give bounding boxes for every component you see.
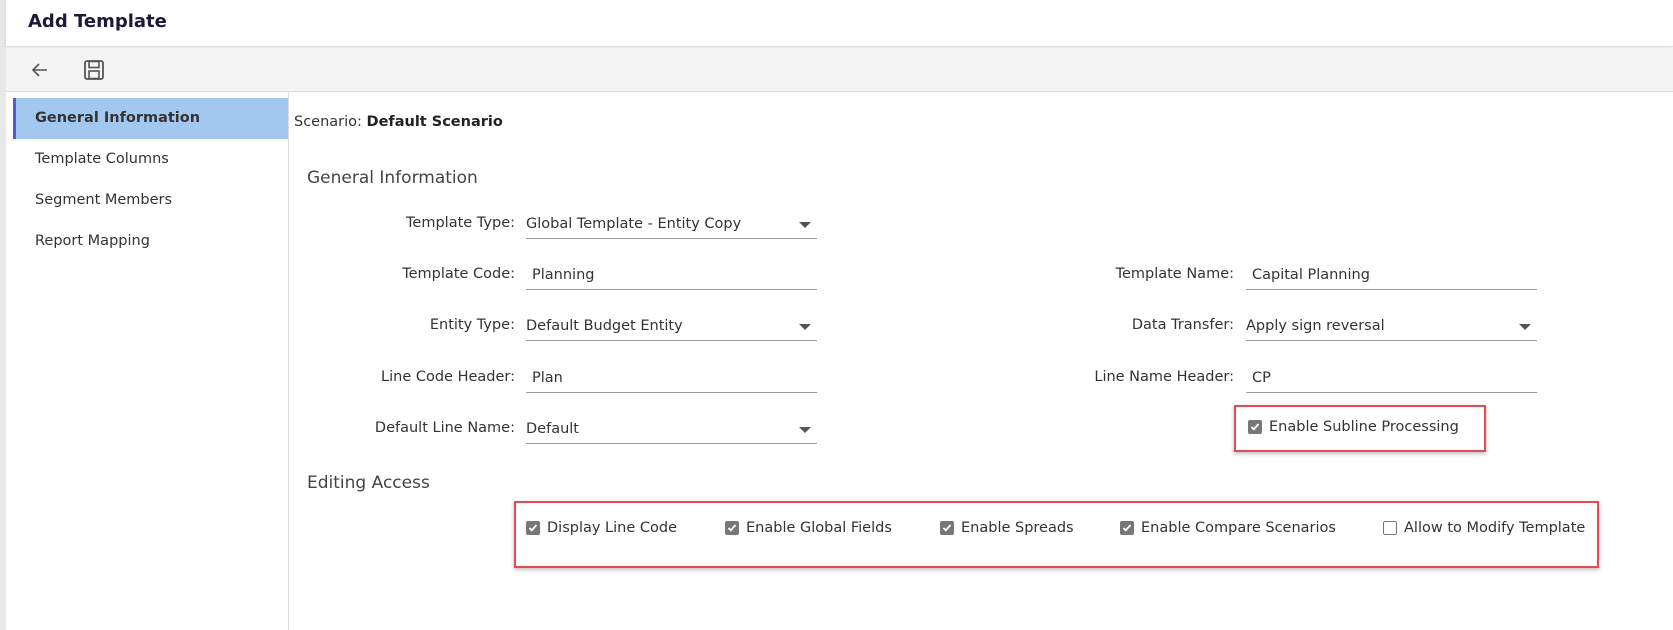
caret-down-icon	[799, 427, 811, 433]
template-type-label: Template Type:	[406, 215, 515, 231]
save-button[interactable]	[82, 58, 106, 82]
sidebar-item-template-columns[interactable]: Template Columns	[13, 139, 288, 180]
section-editing-access: Editing Access	[307, 473, 430, 493]
line-name-header-input[interactable]: CP	[1246, 365, 1537, 393]
data-transfer-label: Data Transfer:	[1131, 317, 1234, 333]
enable-subline-processing-checkbox[interactable]: Enable Subline Processing	[1248, 419, 1459, 435]
checkbox-unchecked-icon	[1383, 521, 1397, 535]
scenario-label: Scenario:	[294, 114, 362, 130]
checkbox-label: Enable Global Fields	[746, 520, 892, 536]
caret-down-icon	[1519, 324, 1531, 330]
entity-type-dropdown[interactable]: Default Budget Entity	[526, 313, 817, 341]
checkbox-checked-icon	[1248, 420, 1262, 434]
enable-global-fields-checkbox[interactable]: Enable Global Fields	[725, 520, 892, 536]
default-line-name-value: Default	[526, 421, 579, 437]
template-name-label: Template Name:	[1115, 266, 1234, 282]
line-code-header-label: Line Code Header:	[381, 369, 515, 385]
template-type-dropdown[interactable]: Global Template - Entity Copy	[526, 211, 817, 239]
scenario-value: Default Scenario	[366, 114, 503, 130]
template-type-value: Global Template - Entity Copy	[526, 216, 742, 232]
checkbox-checked-icon	[526, 521, 540, 535]
checkbox-checked-icon	[725, 521, 739, 535]
template-name-input[interactable]: Capital Planning	[1246, 262, 1537, 290]
caret-down-icon	[799, 324, 811, 330]
sidebar-item-general-information[interactable]: General Information	[13, 98, 288, 139]
title-bar: Add Template	[6, 0, 1673, 47]
template-code-label: Template Code:	[402, 266, 515, 282]
data-transfer-dropdown[interactable]: Apply sign reversal	[1246, 313, 1537, 341]
floppy-disk-icon	[84, 60, 104, 80]
scenario: Scenario: Default Scenario	[294, 114, 503, 130]
checkbox-label: Display Line Code	[547, 520, 678, 536]
caret-down-icon	[799, 222, 811, 228]
arrow-left-icon	[31, 63, 47, 77]
data-transfer-value: Apply sign reversal	[1246, 318, 1385, 334]
checkbox-label: Enable Compare Scenarios	[1141, 520, 1336, 536]
checkbox-label: Enable Subline Processing	[1269, 419, 1459, 435]
back-button[interactable]	[28, 58, 52, 82]
display-line-code-checkbox[interactable]: Display Line Code	[526, 520, 677, 536]
enable-compare-scenarios-checkbox[interactable]: Enable Compare Scenarios	[1120, 520, 1336, 536]
checkbox-checked-icon	[940, 521, 954, 535]
enable-spreads-checkbox[interactable]: Enable Spreads	[940, 520, 1074, 536]
checkbox-checked-icon	[1120, 521, 1134, 535]
entity-type-label: Entity Type:	[429, 317, 515, 333]
allow-to-modify-template-checkbox[interactable]: Allow to Modify Template	[1383, 520, 1585, 536]
default-line-name-dropdown[interactable]: Default	[526, 416, 817, 444]
checkbox-label: Enable Spreads	[961, 520, 1074, 536]
sidebar: General Information Template Columns Seg…	[6, 92, 289, 630]
line-code-header-input[interactable]: Plan	[526, 365, 817, 393]
page-title: Add Template	[28, 11, 167, 32]
template-code-input[interactable]: Planning	[526, 262, 817, 290]
toolbar	[6, 48, 1673, 92]
default-line-name-label: Default Line Name:	[374, 420, 515, 436]
line-name-header-label: Line Name Header:	[1094, 369, 1234, 385]
entity-type-value: Default Budget Entity	[526, 318, 683, 334]
section-general-information: General Information	[307, 168, 478, 188]
checkbox-label: Allow to Modify Template	[1404, 520, 1586, 536]
